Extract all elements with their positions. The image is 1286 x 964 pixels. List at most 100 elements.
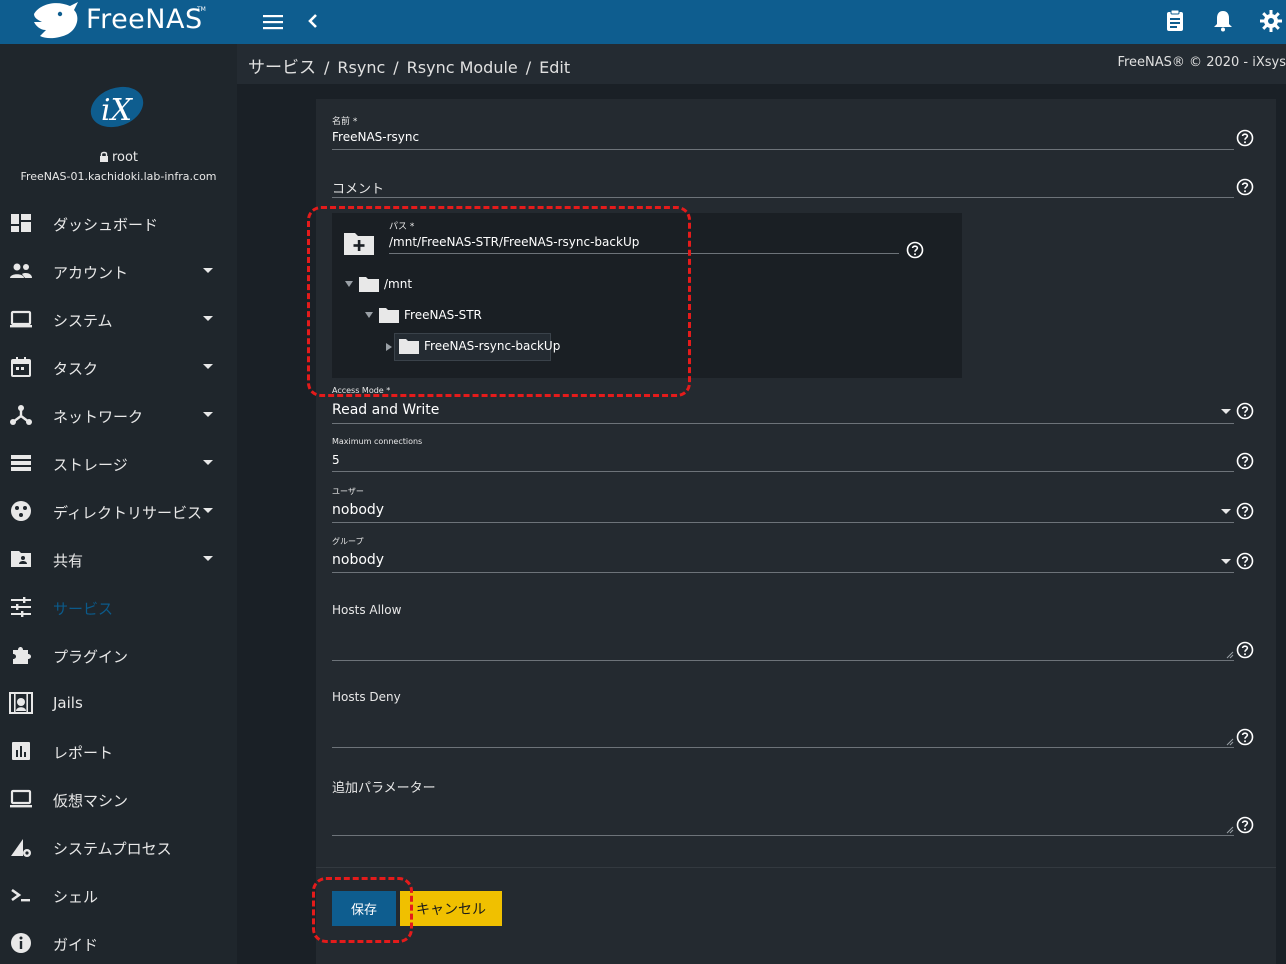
sidebar-item-8[interactable]: 共有 [0,537,237,581]
access-mode-dropdown-icon[interactable] [1221,409,1231,414]
calendar-icon [11,357,31,377]
hosts-allow-textarea[interactable] [332,622,1234,660]
breadcrumb-rsync-module[interactable]: Rsync Module [407,58,518,77]
user-select[interactable]: nobody [332,502,384,518]
sidebar-item-12[interactable]: レポート [0,729,237,773]
sidebar-item-13[interactable]: 仮想マシン [0,777,237,821]
path-underline [389,253,899,254]
hosts-deny-underline [332,747,1234,748]
sidebar-item-3[interactable]: システム [0,297,237,341]
computer-icon [10,789,32,808]
sidebar-item-label: ストレージ [53,456,128,474]
chevron-down-icon[interactable] [203,412,213,417]
resize-grip-icon[interactable] [1226,738,1234,746]
group-underline [332,572,1234,573]
chevron-down-icon[interactable] [203,556,213,561]
tree-node-mnt[interactable]: /mnt [343,272,543,298]
sidebar-item-7[interactable]: ディレクトリサービス [0,489,237,533]
breadcrumb-separator: / [393,58,399,77]
group-help-icon[interactable] [1236,552,1254,570]
user-dropdown-icon[interactable] [1221,509,1231,514]
chevron-down-icon[interactable] [203,316,213,321]
collapse-arrow-icon[interactable] [386,343,392,351]
chevron-left-icon[interactable] [303,11,323,31]
logo-text: FreeNAS [86,4,203,35]
name-underline [332,149,1234,150]
freenas-shark-icon [34,2,78,39]
comment-input[interactable]: コメント [332,178,384,197]
sidebar-item-10[interactable]: プラグイン [0,633,237,677]
sidebar-item-2[interactable]: アカウント [0,249,237,293]
storage-icon [11,455,31,471]
hosts-deny-label: Hosts Deny [332,690,401,704]
sidebar-item-6[interactable]: ストレージ [0,441,237,485]
chevron-down-icon[interactable] [203,460,213,465]
max-connections-input[interactable]: 5 [332,453,340,467]
comment-help-icon[interactable] [1236,178,1254,196]
directory-icon [11,501,31,521]
breadcrumb-separator: / [324,58,330,77]
aux-params-textarea[interactable] [332,797,1234,835]
sidebar-item-9[interactable]: サービス [0,585,237,629]
sidebar-item-label: 仮想マシン [53,792,129,810]
shell-icon [11,888,30,902]
sidebar-item-4[interactable]: タスク [0,345,237,389]
max-connections-help-icon[interactable] [1236,452,1254,470]
chevron-down-icon[interactable] [203,364,213,369]
resize-grip-icon[interactable] [1226,826,1234,834]
aux-params-help-icon[interactable] [1236,816,1254,834]
folder-icon [399,339,419,354]
expand-arrow-icon[interactable] [345,281,353,287]
sidebar-item-5[interactable]: ネットワーク [0,393,237,437]
people-icon [10,263,32,278]
sidebar-item-label: 共有 [53,552,84,570]
sidebar-item-label: ネットワーク [53,408,144,426]
sidebar-item-11[interactable]: Jails [0,681,237,725]
freenas-logo[interactable]: FreeNAS TM [0,0,237,44]
path-input[interactable]: /mnt/FreeNAS-STR/FreeNAS-rsync-backUp [389,235,639,249]
user-underline [332,522,1234,523]
cancel-button[interactable]: キャンセル [400,891,502,926]
breadcrumb-services[interactable]: サービス [248,58,316,78]
hostname: FreeNAS-01.kachidoki.lab-infra.com [20,170,217,183]
name-help-icon[interactable] [1236,129,1254,147]
chevron-down-icon[interactable] [203,508,213,513]
path-help-icon[interactable] [906,241,924,259]
folder-icon [379,308,399,323]
chevron-down-icon[interactable] [203,268,213,273]
bell-icon[interactable] [1211,9,1235,33]
access-mode-label: Access Mode * [332,386,391,395]
sidebar-item-label: システム [53,312,113,330]
ix-systems-logo: iX [90,86,144,128]
resize-grip-icon[interactable] [1226,651,1234,659]
breadcrumb-separator: / [525,58,532,77]
sidebar-item-label: ディレクトリサービス [53,504,202,522]
access-mode-select[interactable]: Read and Write [332,402,439,418]
sidebar-item-16[interactable]: ガイド [0,921,237,964]
sidebar-item-14[interactable]: システムプロセス [0,825,237,869]
menu-icon[interactable] [262,12,284,32]
hosts-allow-help-icon[interactable] [1236,641,1254,659]
tree-node-freenas-str[interactable]: FreeNAS-STR [363,303,563,329]
puzzle-icon [13,647,31,664]
expand-arrow-icon[interactable] [365,312,373,318]
svg-text:iX: iX [101,93,134,128]
save-button[interactable]: 保存 [332,891,396,926]
hosts-deny-help-icon[interactable] [1236,728,1254,746]
sidebar-item-label: Jails [53,694,83,712]
sidebar-item-1[interactable]: ダッシュボード [0,201,237,245]
clipboard-icon[interactable] [1163,9,1187,33]
breadcrumb-rsync[interactable]: Rsync [337,58,385,77]
access-mode-help-icon[interactable] [1236,402,1254,420]
path-label: パス * [389,222,415,232]
hosts-deny-textarea[interactable] [332,710,1234,747]
sidebar-item-15[interactable]: シェル [0,873,237,917]
gear-icon[interactable] [1259,9,1283,33]
group-select[interactable]: nobody [332,552,384,568]
group-dropdown-icon[interactable] [1221,559,1231,564]
tree-node-freenas-rsync-backup[interactable]: FreeNAS-rsync-backUp [383,334,560,360]
form-divider [316,867,1276,868]
add-folder-icon[interactable] [343,230,375,256]
name-input[interactable]: FreeNAS-rsync [332,130,419,144]
user-help-icon[interactable] [1236,502,1254,520]
